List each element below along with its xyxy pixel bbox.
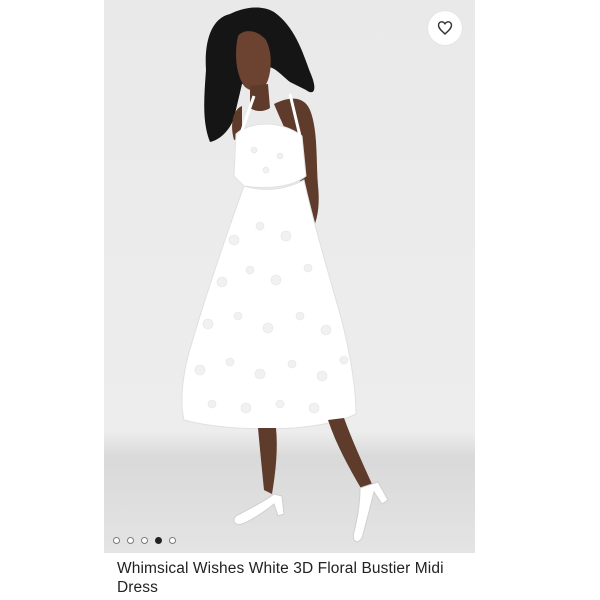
- pagination-dot[interactable]: [113, 537, 120, 544]
- heart-icon: [437, 21, 453, 35]
- product-image[interactable]: [104, 0, 475, 553]
- pagination-dot[interactable]: [169, 537, 176, 544]
- image-pagination: [113, 537, 176, 544]
- pagination-dot-active[interactable]: [155, 537, 162, 544]
- wishlist-button[interactable]: [428, 11, 462, 45]
- product-card: [104, 0, 475, 600]
- product-title[interactable]: Whimsical Wishes White 3D Floral Bustier…: [117, 559, 457, 597]
- pagination-dot[interactable]: [141, 537, 148, 544]
- model-in-dress-illustration: [181, 7, 389, 543]
- pagination-dot[interactable]: [127, 537, 134, 544]
